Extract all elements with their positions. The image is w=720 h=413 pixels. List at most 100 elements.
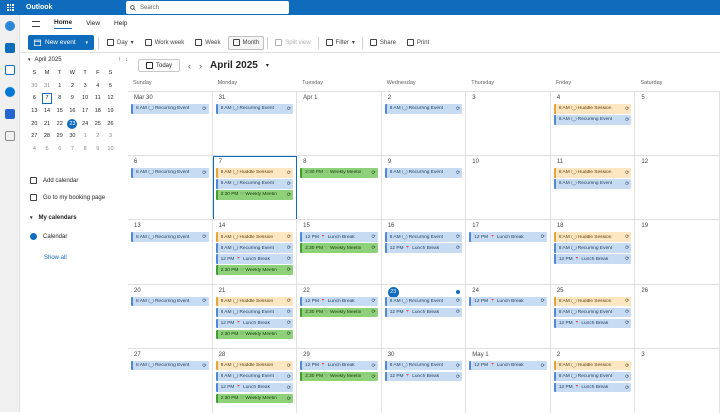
calendar-event[interactable]: 2:30 PM ♡ Weekly Meetin ⟳ <box>300 168 378 178</box>
week-view-button[interactable]: Week <box>191 36 224 50</box>
day-cell[interactable]: 17 12 PM 📍 Lunch Break ⟳ <box>466 220 551 285</box>
calendar-event[interactable]: 12 PM 📍 Lunch Break ⟳ <box>215 254 294 264</box>
mail-icon[interactable] <box>5 43 15 53</box>
calendar-event[interactable]: 12 PM 📍 Lunch Break ⟳ <box>553 254 632 264</box>
minical-day[interactable]: 4 <box>91 83 104 89</box>
calendar-event[interactable]: 12 PM 📍 Lunch Break ⟳ <box>215 318 294 329</box>
arrow-up-icon[interactable]: ↑ <box>118 57 121 63</box>
calendar-event[interactable]: 12 PM 📍 Lunch Break ⟳ <box>469 296 547 307</box>
tab-home[interactable]: Home <box>54 19 73 29</box>
minical-day[interactable]: 25 <box>91 121 104 127</box>
minical-day[interactable]: 8 <box>53 95 66 101</box>
calendar-event[interactable]: 2:30 PM ♡ Weekly Meetin ⟳ <box>300 307 378 318</box>
minical-day[interactable]: 6 <box>53 146 66 152</box>
calendar-event[interactable]: 8 AM ◯ Recurring Event ⟳ <box>215 307 294 318</box>
minical-day[interactable]: 18 <box>91 108 104 114</box>
day-cell[interactable]: 16 8 AM ◯ Recurring Event ⟳ 12 PM 📍 Lunch B… <box>382 220 467 285</box>
calendar-event[interactable]: 8 AM ◯ Recurring Event ⟳ <box>553 179 632 189</box>
day-cell[interactable]: 78 AM ◯ Huddle Session ⟳ 8 AM ◯ Recurring … <box>212 156 298 221</box>
minical-day[interactable]: 4 <box>28 146 41 152</box>
minical-day[interactable]: 7 <box>66 146 79 152</box>
waffle-icon[interactable] <box>7 4 14 11</box>
day-cell[interactable]: 26 <box>635 284 720 349</box>
day-cell[interactable]: Mar 30 8 AM ◯ Recurring Event ⟳ <box>128 92 213 157</box>
day-cell[interactable]: 19 <box>635 220 720 285</box>
chevron-down-icon[interactable]: ▾ <box>131 39 134 46</box>
day-cell[interactable]: 8 2:30 PM ♡ Weekly Meetin ⟳ <box>297 156 382 221</box>
calendar-event[interactable]: 8 AM ◯ Recurring Event ⟳ <box>215 104 294 114</box>
minical-day[interactable]: 5 <box>104 83 117 89</box>
calendar-event[interactable]: 8 AM ◯ Huddle Session ⟳ <box>553 360 632 371</box>
day-cell[interactable]: 15 12 PM 📍 Lunch Break ⟳ 2:30 PM ♡ Weekly M… <box>297 220 382 285</box>
calendar-event[interactable]: 12 PM 📍 Lunch Break ⟳ <box>469 232 547 242</box>
minical-day[interactable]: 8 <box>79 146 92 152</box>
calendar-event[interactable]: 8 AM ◯ Huddle Session ⟳ <box>215 296 294 307</box>
calendar-event[interactable]: 12 PM 📍 Lunch Break ⟳ <box>384 371 463 382</box>
minical-day[interactable]: 3 <box>104 133 117 139</box>
month-view-button[interactable]: Month <box>227 35 265 50</box>
day-cell[interactable]: 3 <box>635 348 720 413</box>
calendar-event[interactable]: 12 PM 📍 Lunch Break ⟳ <box>384 243 463 253</box>
minical-day[interactable]: 28 <box>41 133 54 139</box>
calendar-event[interactable]: 2:30 PM ♡ Weekly Meetin ⟳ <box>300 243 378 253</box>
calendar-event[interactable]: 8 AM ◯ Huddle Session ⟳ <box>215 168 294 178</box>
calendar-event[interactable]: 8 AM ◯ Recurring Event ⟳ <box>553 307 632 318</box>
chevron-down-icon[interactable]: ▾ <box>28 57 31 63</box>
day-cell[interactable]: 21 8 AM ◯ Huddle Session ⟳ 8 AM ◯ Recurring… <box>213 284 298 349</box>
collapse-pane-icon[interactable] <box>32 20 40 27</box>
calendar-event[interactable]: 8 AM ◯ Recurring Event ⟳ <box>131 104 209 114</box>
day-cell[interactable]: 31 8 AM ◯ Recurring Event ⟳ <box>213 92 298 157</box>
minical-day[interactable]: 31 <box>41 83 54 89</box>
calendar-item[interactable]: Calendar <box>30 233 67 240</box>
calendar-event[interactable]: 2:30 PM ♡ Weekly Meetin ⟳ <box>215 265 294 275</box>
day-cell[interactable]: 22 12 PM 📍 Lunch Break ⟳ 2:30 PM ♡ Weekly M… <box>297 284 382 349</box>
day-cell[interactable]: May 1 12 PM 📍 Lunch Break ⟳ <box>466 348 551 413</box>
calendar-event[interactable]: 8 AM ◯ Recurring Event ⟳ <box>215 371 294 382</box>
day-cell[interactable]: 12 <box>635 156 720 221</box>
calendar-event[interactable]: 2:30 PM ♡ Weekly Meetin ⟳ <box>215 190 294 200</box>
calendar-event[interactable]: 12 PM 📍 Lunch Break ⟳ <box>553 318 632 329</box>
tab-help[interactable]: Help <box>114 20 127 27</box>
day-cell[interactable]: 30 8 AM ◯ Recurring Event ⟳ 12 PM 📍 Lunch B… <box>382 348 467 413</box>
day-cell[interactable]: 5 <box>635 92 720 157</box>
calendar-event[interactable]: 8 AM ◯ Huddle Session ⟳ <box>553 296 632 307</box>
arrow-right-icon[interactable]: › <box>199 61 202 71</box>
month-title[interactable]: April 2025 <box>210 60 258 71</box>
minical-day[interactable]: 16 <box>66 108 79 114</box>
print-button[interactable]: Print <box>403 36 433 50</box>
calendar-event[interactable]: 8 AM ◯ Huddle Session ⟳ <box>553 232 632 242</box>
filter-button[interactable]: Filter ▾ <box>322 36 359 50</box>
share-button[interactable]: Share <box>366 36 400 50</box>
split-view-button[interactable]: Split view <box>271 36 314 50</box>
minical-day[interactable]: 11 <box>91 95 104 101</box>
chevron-down-icon[interactable]: ▾ <box>85 40 88 46</box>
calendar-event[interactable]: 8 AM ◯ Recurring Event ⟳ <box>384 232 463 242</box>
tab-view[interactable]: View <box>86 20 100 27</box>
minical-day[interactable]: 20 <box>28 121 41 127</box>
calendar-event[interactable]: 8 AM ◯ Recurring Event ⟳ <box>384 296 463 307</box>
minical-day[interactable]: 12 <box>104 95 117 101</box>
day-cell[interactable]: 14 8 AM ◯ Huddle Session ⟳ 8 AM ◯ Recurring… <box>213 220 298 285</box>
minical-day[interactable]: 24 <box>79 121 92 127</box>
calendar-event[interactable]: 8 AM ◯ Recurring Event ⟳ <box>131 168 209 178</box>
minical-day[interactable]: 3 <box>79 83 92 89</box>
my-calendars-header[interactable]: ▾ My calendars <box>30 215 77 221</box>
calendar-event[interactable]: 2:30 PM ♡ Weekly Meetin ⟳ <box>300 371 378 382</box>
minical-day[interactable]: 1 <box>53 83 66 89</box>
calendar-event[interactable]: 8 AM ◯ Recurring Event ⟳ <box>131 232 209 242</box>
copilot-icon[interactable] <box>5 21 15 31</box>
calendar-event[interactable]: 8 AM ◯ Recurring Event ⟳ <box>384 104 463 114</box>
minical-day[interactable]: 9 <box>91 146 104 152</box>
workweek-view-button[interactable]: Work week <box>141 36 189 50</box>
minical-day[interactable]: 9 <box>66 95 79 101</box>
calendar-icon[interactable] <box>5 65 15 75</box>
day-cell[interactable]: 13 8 AM ◯ Recurring Event ⟳ <box>128 220 213 285</box>
minical-day[interactable]: 5 <box>41 146 54 152</box>
minical-day[interactable]: 26 <box>104 121 117 127</box>
calendar-event[interactable]: 12 PM 📍 Lunch Break ⟳ <box>300 296 378 307</box>
minical-day[interactable]: 23 <box>66 118 79 129</box>
add-calendar-link[interactable]: Add calendar <box>30 177 78 184</box>
minical-day[interactable]: 6 <box>28 95 41 101</box>
search-input[interactable]: Search <box>126 1 289 14</box>
minical-day[interactable]: 1 <box>79 133 92 139</box>
